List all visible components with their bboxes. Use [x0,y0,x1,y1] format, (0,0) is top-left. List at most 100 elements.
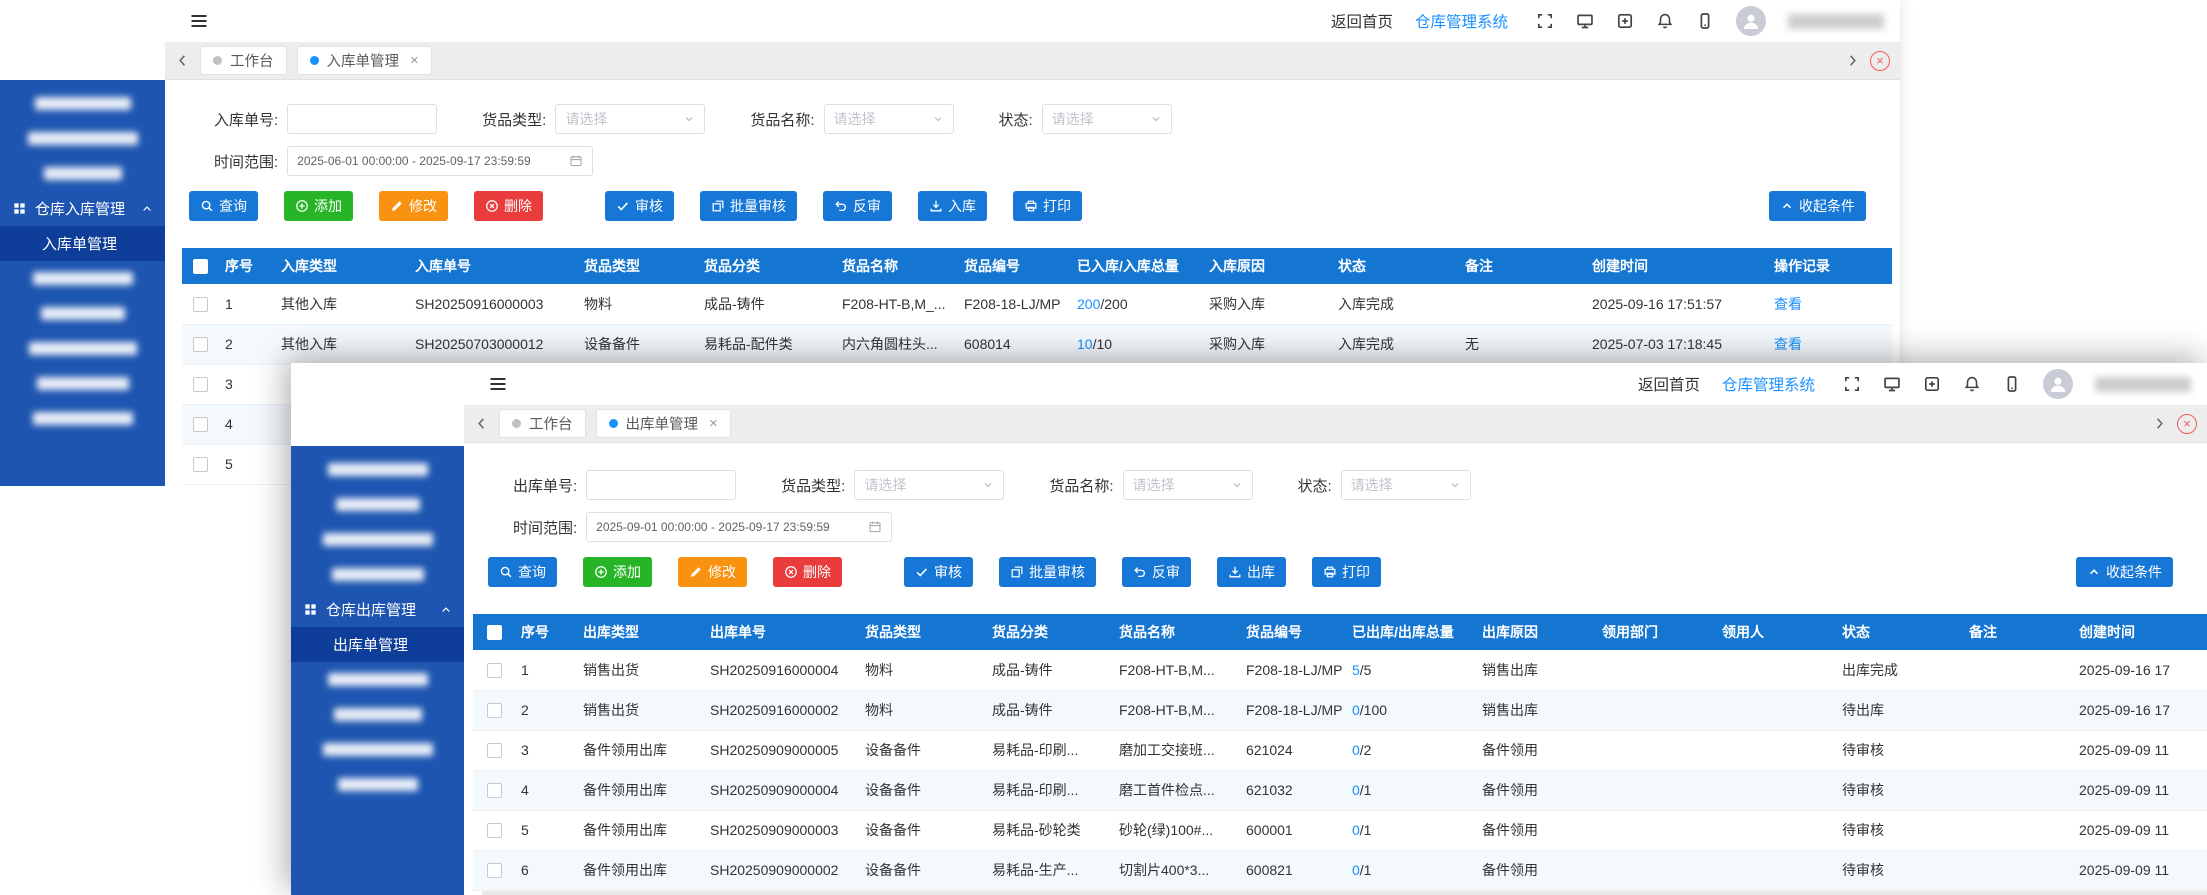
print-button[interactable]: 打印 [1312,557,1381,587]
goods-type-select[interactable]: 请选择 [854,470,1004,500]
sidebar-group-warehouse-outbound[interactable]: 仓库出库管理 [291,592,464,627]
order-no-input[interactable] [586,470,736,500]
notifications-bell-icon[interactable] [1656,12,1674,30]
sidebar-item-redacted[interactable] [291,522,464,557]
table-row[interactable]: 4 备件领用出库 SH20250909000004 设备备件 易耗品-印刷...… [473,770,2207,810]
table-row[interactable]: 3 备件领用出库 SH20250909000005 设备备件 易耗品-印刷...… [473,730,2207,770]
row-checkbox[interactable] [193,297,208,312]
sidebar-item-redacted[interactable] [0,156,165,191]
table-row[interactable]: 1 其他入库 SH20250916000003 物料 成品-铸件 F208-HT… [182,284,1892,324]
audit-button[interactable]: 审核 [904,557,973,587]
sidebar-item-redacted[interactable] [0,366,165,401]
batch-audit-button[interactable]: 批量审核 [999,557,1096,587]
status-select[interactable]: 请选择 [1341,470,1471,500]
date-range-input[interactable]: 2025-09-01 00:00:00 - 2025-09-17 23:59:5… [586,512,892,542]
row-checkbox[interactable] [487,663,502,678]
notifications-bell-icon[interactable] [1963,375,1981,393]
audit-button[interactable]: 审核 [605,191,674,221]
sidebar-item-redacted[interactable] [291,767,464,802]
inbound-button[interactable]: 入库 [918,191,987,221]
home-link[interactable]: 返回首页 [1325,10,1393,32]
sidebar-item-redacted[interactable] [291,732,464,767]
row-checkbox[interactable] [193,417,208,432]
tabs-scroll-right-icon[interactable] [1845,53,1860,68]
row-checkbox[interactable] [487,823,502,838]
sidebar-item-redacted[interactable] [291,452,464,487]
add-tab-icon[interactable] [1616,12,1634,30]
horizontal-scrollbar[interactable] [482,891,2207,895]
sidebar-item-redacted[interactable] [0,296,165,331]
status-select[interactable]: 请选择 [1042,104,1172,134]
sidebar-item-outbound-orders[interactable]: 出库单管理 [291,627,464,662]
view-record-link[interactable]: 查看 [1774,296,1802,312]
sidebar-item-redacted[interactable] [291,557,464,592]
system-menu[interactable]: 仓库管理系统 [1415,10,1514,32]
goods-name-select[interactable]: 请选择 [1123,470,1253,500]
tab-close-icon[interactable]: × [410,52,419,69]
sidebar-item-redacted[interactable] [291,487,464,522]
sidebar-item-redacted[interactable] [0,401,165,436]
query-button[interactable]: 查询 [189,191,258,221]
system-menu[interactable]: 仓库管理系统 [1722,373,1821,395]
table-row[interactable]: 1 销售出货 SH20250916000004 物料 成品-铸件 F208-HT… [473,650,2207,690]
sidebar-item-redacted[interactable] [0,261,165,296]
sidebar-item-redacted[interactable] [0,121,165,156]
tab-outbound-management[interactable]: 出库单管理 × [596,409,731,438]
mobile-icon[interactable] [2003,375,2021,393]
fullscreen-icon[interactable] [1536,12,1554,30]
collapse-filters-button[interactable]: 收起条件 [2076,557,2173,587]
row-checkbox[interactable] [487,743,502,758]
table-row[interactable]: 2 销售出货 SH20250916000002 物料 成品-铸件 F208-HT… [473,690,2207,730]
sidebar-item-redacted[interactable] [291,662,464,697]
print-button[interactable]: 打印 [1013,191,1082,221]
table-row[interactable]: 2 其他入库 SH20250703000012 设备备件 易耗品-配件类 内六角… [182,324,1892,364]
fullscreen-icon[interactable] [1843,375,1861,393]
sidebar-group-warehouse-inbound[interactable]: 仓库入库管理 [0,191,165,226]
select-all-checkbox[interactable] [193,259,208,274]
row-checkbox[interactable] [487,863,502,878]
row-checkbox[interactable] [193,457,208,472]
tabs-scroll-left-icon[interactable] [175,53,190,68]
table-row[interactable]: 6 备件领用出库 SH20250909000002 设备备件 易耗品-生产...… [473,850,2207,890]
user-avatar[interactable] [1736,6,1766,36]
goods-type-select[interactable]: 请选择 [555,104,705,134]
view-record-link[interactable]: 查看 [1774,336,1802,352]
batch-audit-button[interactable]: 批量审核 [700,191,797,221]
order-no-input[interactable] [287,104,437,134]
sidebar-item-redacted[interactable] [0,86,165,121]
user-avatar[interactable] [2043,369,2073,399]
date-range-input[interactable]: 2025-06-01 00:00:00 - 2025-09-17 23:59:5… [287,146,593,176]
delete-button[interactable]: 删除 [773,557,842,587]
add-button[interactable]: 添加 [284,191,353,221]
tab-close-icon[interactable]: × [709,415,718,432]
edit-button[interactable]: 修改 [678,557,747,587]
monitor-icon[interactable] [1576,12,1594,30]
tab-workbench[interactable]: 工作台 [200,46,287,75]
goods-name-select[interactable]: 请选择 [824,104,954,134]
outbound-button[interactable]: 出库 [1217,557,1286,587]
edit-button[interactable]: 修改 [379,191,448,221]
collapse-filters-button[interactable]: 收起条件 [1769,191,1866,221]
tab-inbound-management[interactable]: 入库单管理 × [297,46,432,75]
delete-button[interactable]: 删除 [474,191,543,221]
close-all-tabs-icon[interactable]: × [1870,51,1890,71]
reverse-audit-button[interactable]: 反审 [823,191,892,221]
add-button[interactable]: 添加 [583,557,652,587]
row-checkbox[interactable] [193,377,208,392]
select-all-checkbox[interactable] [487,625,502,640]
close-all-tabs-icon[interactable]: × [2177,414,2197,434]
menu-toggle-icon[interactable] [189,11,209,31]
menu-toggle-icon[interactable] [488,374,508,394]
monitor-icon[interactable] [1883,375,1901,393]
tab-workbench[interactable]: 工作台 [499,409,586,438]
tabs-scroll-left-icon[interactable] [474,416,489,431]
row-checkbox[interactable] [487,703,502,718]
home-link[interactable]: 返回首页 [1632,373,1700,395]
tabs-scroll-right-icon[interactable] [2152,416,2167,431]
mobile-icon[interactable] [1696,12,1714,30]
sidebar-item-redacted[interactable] [0,331,165,366]
add-tab-icon[interactable] [1923,375,1941,393]
row-checkbox[interactable] [487,783,502,798]
sidebar-item-inbound-orders[interactable]: 入库单管理 [0,226,165,261]
table-row[interactable]: 5 备件领用出库 SH20250909000003 设备备件 易耗品-砂轮类 砂… [473,810,2207,850]
